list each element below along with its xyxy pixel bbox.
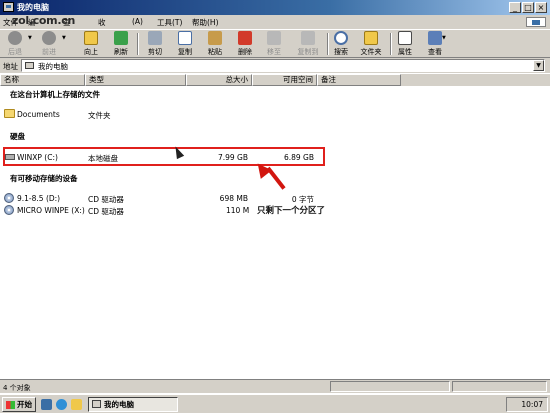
column-header-bar: 名称 类型 总大小 可用空间 备注 [0,74,550,86]
copy-button[interactable]: 复制 [174,31,196,57]
status-bar: 4 个对象 [0,379,550,393]
back-arrow-icon [8,31,22,45]
computer-icon [92,400,101,408]
list-item[interactable]: Documents 文件夹 [0,108,550,120]
windows-flag-icon [6,401,15,409]
address-value: 我的电脑 [38,62,68,71]
views-icon [428,31,442,45]
group-title-stored: 在这台计算机上存储的文件 [10,90,100,99]
menu-help[interactable]: 帮助(H) [192,17,219,28]
copy-to-button[interactable]: 复制到 [293,31,323,57]
toolbar-separator [390,33,392,55]
highlight-rectangle [3,147,325,166]
status-object-count: 4 个对象 [3,384,31,392]
status-pane [452,381,547,392]
desktop-icon[interactable] [41,399,52,410]
windows-logo-icon [526,17,546,27]
computer-icon [25,62,34,69]
list-item[interactable]: 9.1-8.5 (D:) CD 驱动器 698 MB 0 字节 [0,192,550,204]
paste-button[interactable]: 粘贴 [204,31,226,57]
back-button[interactable]: 后退 [4,31,26,57]
delete-button[interactable]: 删除 [234,31,256,57]
computer-icon [3,2,14,12]
toolbar: 后退 ▼ 前进 ▼ 向上 刷新 剪切 复制 粘贴 删除 移至 复制到 搜索 文件… [0,29,550,58]
toolbar-separator [327,33,329,55]
search-button[interactable]: 搜索 [330,31,352,57]
column-type[interactable]: 类型 [85,74,186,86]
delete-icon [238,31,252,45]
address-label: 地址 [3,62,18,71]
column-name[interactable]: 名称 [0,74,85,86]
column-comment[interactable]: 备注 [317,74,401,86]
cd-drive-icon [4,193,14,203]
cut-button[interactable]: 剪切 [144,31,166,57]
refresh-button[interactable]: 刷新 [110,31,132,57]
item-total-size: 110 M [226,206,250,215]
item-name: 9.1-8.5 (D:) [17,194,61,203]
item-total-size: 698 MB [219,194,248,203]
refresh-icon [114,31,128,45]
properties-button[interactable]: 属性 [394,31,416,57]
address-dropdown-icon[interactable]: ▼ [533,60,544,71]
column-total-size[interactable]: 总大小 [186,74,252,86]
title-bar: 我的电脑 _ □ × [0,0,550,15]
start-button[interactable]: 开始 [2,397,36,412]
search-icon [334,31,348,45]
move-to-icon [267,31,281,45]
group-title-removable: 有可移动存储的设备 [10,174,78,183]
back-dropdown-icon[interactable]: ▼ [28,35,32,41]
properties-icon [398,31,412,45]
folders-icon [364,31,378,45]
clipboard-icon [208,31,222,45]
item-name: Documents [17,110,60,119]
up-button[interactable]: 向上 [80,31,102,57]
annotation-text: 只剩下一个分区了 [257,206,326,216]
menu-favorites[interactable]: 收 [98,17,106,28]
column-free-space[interactable]: 可用空间 [252,74,317,86]
close-button[interactable]: × [535,2,547,13]
menu-extra[interactable]: (A) [132,17,143,26]
file-list: 在这台计算机上存储的文件 Documents 文件夹 硬盘 WINXP (C:)… [0,86,550,379]
copy-icon [178,31,192,45]
explorer-icon[interactable] [71,399,82,410]
menu-bar: 文件 编 查 收 (A) 工具(T) 帮助(H) [0,15,550,29]
browser-icon[interactable] [56,399,67,410]
menu-tools[interactable]: 工具(T) [157,17,182,28]
item-name: MICRO WINPE (X:) [17,206,85,215]
watermark: zol.com.cn [12,14,75,27]
scissors-icon [148,31,162,45]
move-to-button[interactable]: 移至 [263,31,285,57]
forward-dropdown-icon[interactable]: ▼ [62,35,66,41]
folder-up-icon [84,31,98,45]
cd-drive-icon [4,205,14,215]
maximize-button[interactable]: □ [522,2,534,13]
status-pane [330,381,450,392]
taskbar: 开始 我的电脑 10:07 [0,394,550,413]
copy-to-icon [301,31,315,45]
toolbar-separator [137,33,139,55]
system-tray-clock: 10:07 [506,397,548,412]
forward-button[interactable]: 前进 [38,31,60,57]
forward-arrow-icon [42,31,56,45]
item-type: CD 驱动器 [88,207,124,216]
item-type: 文件夹 [88,111,111,120]
folders-button[interactable]: 文件夹 [356,31,386,57]
address-field[interactable]: 我的电脑 ▼ [21,59,545,72]
minimize-button[interactable]: _ [509,2,521,13]
address-bar: 地址 我的电脑 ▼ [0,58,550,73]
window-title: 我的电脑 [17,3,49,12]
group-title-hard-disks: 硬盘 [10,132,25,141]
taskbar-item-my-computer[interactable]: 我的电脑 [88,397,178,412]
folder-icon [4,109,15,118]
views-dropdown-icon[interactable]: ▼ [442,35,446,41]
